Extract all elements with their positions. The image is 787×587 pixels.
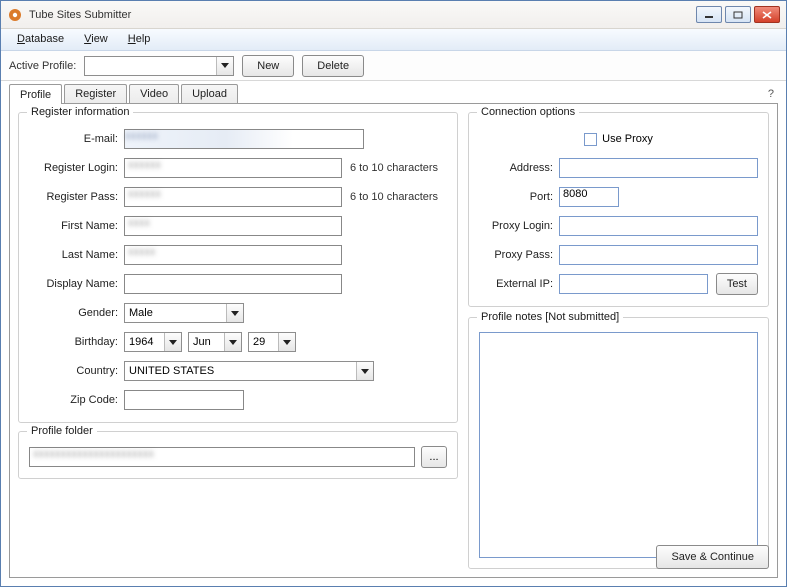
email-label: E-mail: (29, 133, 124, 145)
external-ip-input[interactable] (559, 274, 708, 294)
gender-value: Male (125, 307, 226, 319)
register-pass-input[interactable]: xxxxxx (124, 187, 342, 207)
country-select[interactable]: UNITED STATES (124, 361, 374, 381)
window-buttons (696, 6, 780, 23)
maximize-button[interactable] (725, 6, 751, 23)
menu-database[interactable]: Database (7, 29, 74, 50)
birthday-month: Jun (189, 336, 224, 348)
zip-label: Zip Code: (29, 394, 124, 406)
help-icon[interactable]: ? (764, 85, 778, 103)
register-login-input[interactable]: xxxxxx (124, 158, 342, 178)
legend-register-info: Register information (27, 106, 133, 118)
tab-register[interactable]: Register (64, 84, 127, 103)
close-button[interactable] (754, 6, 780, 23)
register-pass-label: Register Pass: (29, 191, 124, 203)
address-input[interactable] (559, 158, 758, 178)
proxy-login-label: Proxy Login: (479, 220, 559, 232)
birthday-year-select[interactable]: 1964 (124, 332, 182, 352)
port-label: Port: (479, 191, 559, 203)
first-name-label: First Name: (29, 220, 124, 232)
profile-notes-textarea[interactable] (479, 332, 758, 558)
proxy-login-input[interactable] (559, 216, 758, 236)
tab-panel-profile: Register information E-mail: xxxxxx Regi… (9, 103, 778, 578)
use-proxy-label: Use Proxy (602, 133, 653, 145)
group-profile-notes: Profile notes [Not submitted] (468, 317, 769, 569)
chevron-down-icon (226, 304, 243, 322)
login-hint: 6 to 10 characters (350, 162, 438, 174)
first-name-input[interactable]: xxxx (124, 216, 342, 236)
legend-profile-folder: Profile folder (27, 425, 97, 437)
titlebar: Tube Sites Submitter (1, 1, 786, 29)
minimize-icon (704, 11, 714, 19)
legend-profile-notes: Profile notes [Not submitted] (477, 311, 623, 323)
gender-label: Gender: (29, 307, 124, 319)
save-continue-button[interactable]: Save & Continue (656, 545, 769, 569)
menu-view[interactable]: View (74, 29, 118, 50)
menu-help[interactable]: Help (118, 29, 161, 50)
chevron-down-icon (164, 333, 181, 351)
country-label: Country: (29, 365, 124, 377)
left-column: Register information E-mail: xxxxxx Regi… (18, 112, 458, 569)
app-gear-icon (7, 7, 23, 23)
proxy-pass-label: Proxy Pass: (479, 249, 559, 261)
right-column: Connection options Use Proxy Address: Po… (468, 112, 769, 569)
gender-select[interactable]: Male (124, 303, 244, 323)
close-icon (762, 11, 772, 19)
external-ip-label: External IP: (479, 278, 559, 290)
birthday-year: 1964 (125, 336, 164, 348)
maximize-icon (733, 11, 743, 19)
group-profile-folder: Profile folder xxxxxxxxxxxxxxxxxxxxxx ..… (18, 431, 458, 479)
country-value: UNITED STATES (125, 365, 356, 377)
address-label: Address: (479, 162, 559, 174)
minimize-button[interactable] (696, 6, 722, 23)
chevron-down-icon (278, 333, 295, 351)
birthday-day: 29 (249, 336, 278, 348)
display-name-label: Display Name: (29, 278, 124, 290)
last-name-input[interactable]: xxxxx (124, 245, 342, 265)
use-proxy-checkbox[interactable]: Use Proxy (584, 133, 653, 146)
last-name-label: Last Name: (29, 249, 124, 261)
window-title: Tube Sites Submitter (29, 9, 696, 21)
proxy-pass-input[interactable] (559, 245, 758, 265)
profile-folder-input[interactable]: xxxxxxxxxxxxxxxxxxxxxx (29, 447, 415, 467)
active-profile-select[interactable] (84, 56, 234, 76)
zip-input[interactable] (124, 390, 244, 410)
port-input[interactable]: 8080 (559, 187, 619, 207)
birthday-month-select[interactable]: Jun (188, 332, 242, 352)
app-window: Tube Sites Submitter Database View Help … (0, 0, 787, 587)
tab-profile[interactable]: Profile (9, 84, 62, 104)
browse-button[interactable]: ... (421, 446, 447, 468)
active-profile-label: Active Profile: (9, 60, 76, 72)
birthday-day-select[interactable]: 29 (248, 332, 296, 352)
group-register-info: Register information E-mail: xxxxxx Regi… (18, 112, 458, 423)
tab-upload[interactable]: Upload (181, 84, 238, 103)
delete-button[interactable]: Delete (302, 55, 364, 77)
tab-row: Profile Register Video Upload ? (9, 81, 778, 103)
toolbar: Active Profile: New Delete (1, 51, 786, 81)
pass-hint: 6 to 10 characters (350, 191, 438, 203)
chevron-down-icon (224, 333, 241, 351)
checkbox-box-icon (584, 133, 597, 146)
tabs-area: Profile Register Video Upload ? Register… (1, 81, 786, 586)
group-connection-options: Connection options Use Proxy Address: Po… (468, 112, 769, 307)
footer: Save & Continue (656, 545, 769, 569)
legend-connection: Connection options (477, 106, 579, 118)
tab-video[interactable]: Video (129, 84, 179, 103)
new-button[interactable]: New (242, 55, 294, 77)
menubar: Database View Help (1, 29, 786, 51)
chevron-down-icon (356, 362, 373, 380)
email-input[interactable]: xxxxxx (124, 129, 364, 149)
register-login-label: Register Login: (29, 162, 124, 174)
birthday-label: Birthday: (29, 336, 124, 348)
chevron-down-icon (216, 57, 233, 75)
display-name-input[interactable] (124, 274, 342, 294)
test-button[interactable]: Test (716, 273, 758, 295)
